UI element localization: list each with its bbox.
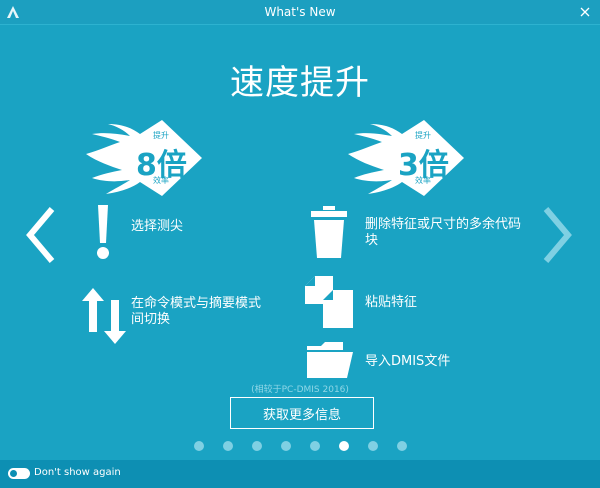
feature-import-dmis: 导入DMIS文件 — [365, 354, 451, 369]
chevron-left-icon — [26, 207, 55, 263]
paste-icon — [305, 276, 353, 328]
page-dot-3[interactable] — [251, 441, 262, 451]
feature-select-probe: 选择测尖 — [131, 219, 184, 234]
speed-badge-left: 提升 8倍 效率 — [86, 118, 216, 198]
page-dot-4[interactable] — [280, 441, 291, 451]
feature-toggle-mode: 在命令模式与摘要模式间切换 — [131, 296, 262, 327]
dont-show-label[interactable]: Don't show again — [34, 467, 121, 478]
page-dot-5[interactable] — [309, 441, 320, 451]
swap-arrows-icon — [82, 288, 126, 344]
page-dot-2[interactable] — [222, 441, 233, 451]
prev-page-button[interactable] — [20, 205, 60, 265]
window-title: What's New — [264, 5, 336, 19]
feature-delete-code: 删除特征或尺寸的多余代码块 — [365, 217, 522, 248]
page-dot-8[interactable] — [396, 441, 407, 451]
close-button[interactable] — [570, 0, 600, 24]
badge-bottom-label: 效率 — [415, 176, 431, 185]
probe-icon — [97, 205, 109, 259]
more-info-button[interactable]: 获取更多信息 — [230, 397, 374, 429]
badge-bottom-label: 效率 — [153, 176, 169, 185]
footnote: (相较于PC-DMIS 2016) — [251, 385, 349, 395]
speed-badge-right: 提升 3倍 效率 — [348, 118, 478, 198]
folder-icon — [307, 342, 353, 378]
page-dot-6[interactable] — [338, 441, 349, 451]
title-bar: What's New — [0, 0, 600, 25]
next-page-button[interactable] — [538, 205, 578, 265]
page-dot-7[interactable] — [367, 441, 378, 451]
feature-paste: 粘贴特征 — [365, 295, 418, 310]
page-title: 速度提升 — [230, 63, 370, 103]
page-indicator — [0, 441, 600, 451]
dont-show-toggle[interactable] — [8, 468, 30, 479]
whats-new-window: What's New 速度提升 提升 8倍 效率 提升 3倍 效率 选择测尖 在… — [0, 0, 600, 488]
page-dot-1[interactable] — [193, 441, 204, 451]
trash-icon — [311, 206, 347, 258]
toggle-knob — [10, 470, 17, 477]
chevron-right-icon — [543, 207, 572, 263]
close-icon — [580, 7, 590, 17]
footer-bar: Don't show again — [0, 460, 600, 488]
